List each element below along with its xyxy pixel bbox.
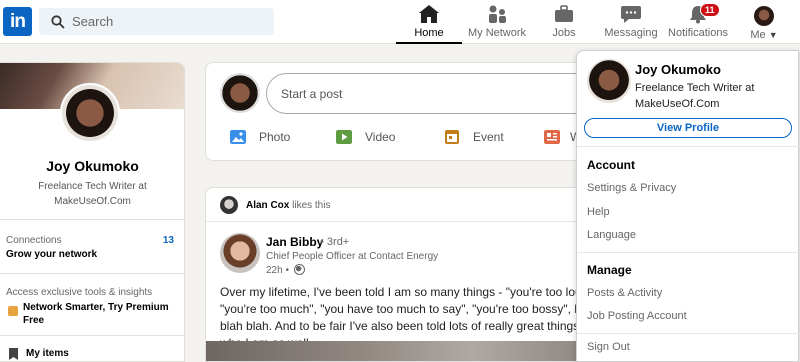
nav-home-label: Home — [414, 27, 444, 39]
avatar[interactable] — [220, 73, 260, 113]
me-dropdown: Joy Okumoko Freelance Tech Writer at Mak… — [576, 50, 800, 362]
liker-action: likes this — [292, 200, 331, 211]
dropdown-divider — [577, 333, 800, 334]
account-heading: Account — [587, 158, 635, 172]
video-icon — [336, 130, 352, 144]
start-post-label: Start a post — [281, 87, 343, 101]
network-icon — [489, 5, 506, 23]
author-role: Chief People Officer at Contact Energy — [266, 251, 439, 262]
nav-home[interactable]: Home — [396, 4, 462, 44]
calendar-icon — [445, 130, 459, 144]
my-items-link[interactable]: My items — [26, 348, 69, 359]
feed-post: Alan Cox likes this Jan Bibby • 3rd+ Chi… — [205, 187, 585, 362]
connections-label[interactable]: Connections — [6, 235, 62, 246]
connection-degree: • 3rd+ — [320, 236, 350, 248]
connections-count[interactable]: 13 — [163, 235, 174, 246]
post-time: 22h • — [266, 265, 289, 276]
article-icon — [544, 130, 560, 144]
nav-me-label: Me — [750, 29, 766, 41]
photo-icon — [230, 130, 246, 144]
sign-out-link[interactable]: Sign Out — [587, 341, 630, 353]
nav-jobs[interactable]: Jobs — [544, 4, 584, 44]
photo-label: Photo — [259, 130, 291, 144]
search-placeholder: Search — [72, 14, 114, 29]
profile-divider — [0, 219, 184, 220]
share-box: Start a post Photo Video Event — [205, 62, 596, 161]
nav-notifications[interactable]: 11 Notifications — [668, 3, 728, 44]
premium-link[interactable]: Network Smarter, Try Premium Free — [23, 301, 173, 327]
manage-heading: Manage — [587, 263, 632, 277]
message-icon — [621, 6, 641, 23]
job-posting-account-link[interactable]: Job Posting Account — [587, 310, 687, 322]
post-image[interactable] — [206, 341, 584, 361]
liker-name[interactable]: Alan Cox — [246, 200, 289, 211]
bookmark-icon — [9, 348, 18, 360]
grow-network-link[interactable]: Grow your network — [6, 249, 97, 260]
nav-my-network[interactable]: My Network — [466, 4, 528, 44]
author-name[interactable]: Jan Bibby — [266, 235, 323, 249]
top-nav: in Search Home My Network Jobs Messaging… — [0, 0, 800, 44]
dropdown-name: Joy Okumoko — [635, 62, 721, 77]
premium-note: Access exclusive tools & insights — [6, 287, 153, 298]
profile-name[interactable]: Joy Okumoko — [0, 158, 184, 174]
nav-messaging-label: Messaging — [604, 27, 658, 39]
avatar — [587, 59, 631, 103]
settings-privacy-link[interactable]: Settings & Privacy — [587, 182, 676, 194]
profile-avatar[interactable] — [60, 83, 120, 143]
search-icon — [51, 15, 65, 29]
social-activity: Alan Cox likes this — [246, 200, 330, 211]
dropdown-divider — [577, 146, 800, 147]
nav-me-label-wrap: Me ▼ — [744, 29, 784, 41]
nav-notifications-label: Notifications — [668, 27, 728, 39]
notification-badge: 11 — [700, 3, 720, 17]
avatar[interactable] — [220, 196, 238, 214]
profile-card: Joy Okumoko Freelance Tech Writer at Mak… — [0, 62, 185, 362]
post-divider — [206, 221, 584, 222]
globe-icon — [294, 264, 305, 275]
chevron-down-icon: ▼ — [768, 30, 778, 40]
briefcase-icon — [555, 5, 573, 22]
help-link[interactable]: Help — [587, 206, 610, 218]
premium-icon — [8, 306, 18, 316]
view-profile-button[interactable]: View Profile — [584, 118, 792, 138]
start-post-button[interactable]: Start a post — [266, 73, 596, 114]
search-input[interactable]: Search — [39, 8, 274, 35]
linkedin-logo[interactable]: in — [3, 7, 32, 36]
language-link[interactable]: Language — [587, 229, 636, 241]
dropdown-title: Freelance Tech Writer at MakeUseOf.Com — [635, 82, 755, 110]
home-icon — [419, 5, 439, 23]
avatar — [754, 6, 774, 26]
profile-divider — [0, 273, 184, 274]
nav-messaging[interactable]: Messaging — [604, 4, 658, 44]
nav-me[interactable]: Me ▼ — [744, 4, 784, 44]
posts-activity-link[interactable]: Posts & Activity — [587, 287, 662, 299]
nav-my-network-label: My Network — [467, 27, 527, 39]
profile-title: Freelance Tech Writer at MakeUseOf.Com — [38, 181, 147, 207]
profile-divider — [0, 335, 184, 336]
event-label: Event — [473, 130, 504, 144]
author-avatar[interactable] — [220, 233, 260, 273]
video-label: Video — [365, 130, 396, 144]
dropdown-divider — [577, 252, 800, 253]
nav-jobs-label: Jobs — [552, 27, 576, 39]
